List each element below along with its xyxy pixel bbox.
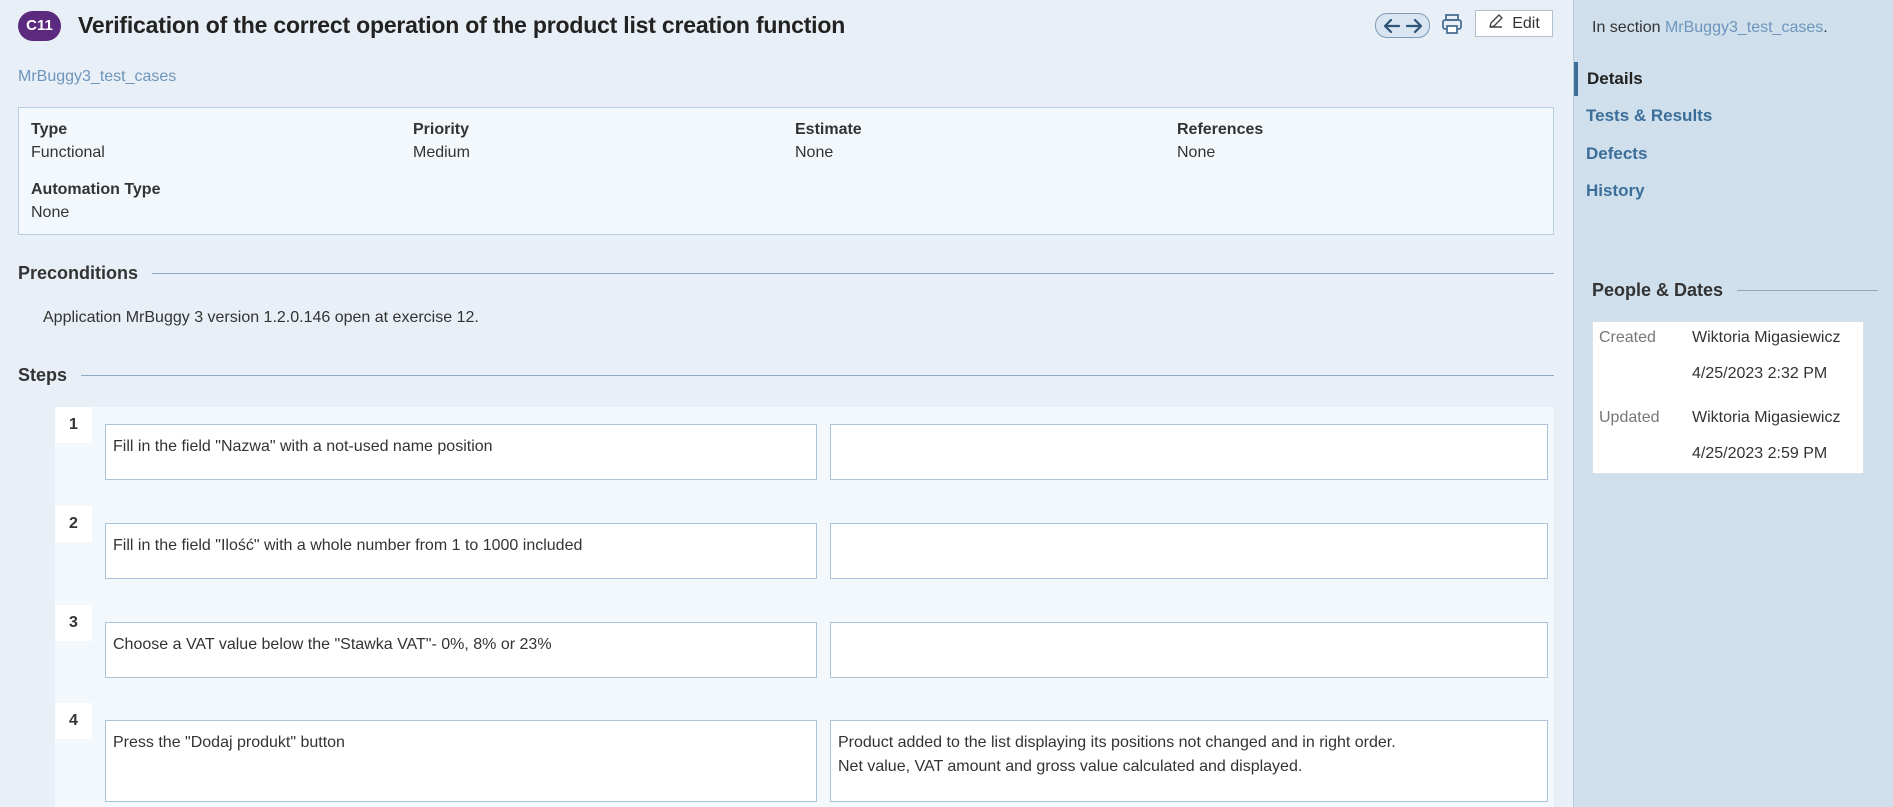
case-navigation	[1375, 13, 1430, 38]
created-by: Wiktoria Migasiewicz	[1692, 329, 1841, 346]
page-title: Verification of the correct operation of…	[78, 12, 846, 38]
divider	[1737, 290, 1878, 291]
field-references: References None	[1177, 121, 1263, 162]
in-section-prefix: In section	[1592, 19, 1665, 36]
step-number: 1	[55, 407, 92, 443]
pencil-icon	[1488, 13, 1504, 34]
case-id-badge: C11	[18, 11, 61, 41]
field-automation-type: Automation Type None	[31, 181, 160, 222]
references-label: References	[1177, 121, 1264, 138]
printer-icon[interactable]	[1440, 12, 1464, 36]
field-estimate: Estimate None	[795, 121, 862, 162]
step-action: Fill in the field "Ilość" with a whole n…	[105, 523, 817, 579]
divider	[81, 375, 1554, 376]
estimate-value: None	[795, 144, 834, 161]
updated-by: Wiktoria Migasiewicz	[1692, 409, 1841, 426]
people-dates-heading: People & Dates	[1592, 280, 1878, 301]
steps-title: Steps	[18, 365, 68, 385]
sidebar: In section MrBuggy3_test_cases. Details …	[1573, 0, 1893, 807]
step-number: 3	[55, 605, 92, 641]
preconditions-title: Preconditions	[18, 263, 139, 283]
arrow-left-icon[interactable]	[1383, 18, 1400, 33]
automation-value: None	[31, 204, 70, 221]
step-expected: Product added to the list displaying its…	[830, 720, 1548, 802]
field-priority: Priority Medium	[413, 121, 470, 162]
step-action: Choose a VAT value below the "Stawka VAT…	[105, 622, 817, 678]
step-expected	[830, 424, 1548, 480]
arrow-right-icon[interactable]	[1405, 18, 1422, 33]
step-expected	[830, 523, 1548, 579]
main-content: C11 Verification of the correct operatio…	[0, 0, 1573, 807]
created-at: 4/25/2023 2:32 PM	[1692, 365, 1828, 382]
divider	[152, 273, 1554, 274]
sidebar-item-tests-results[interactable]: Tests & Results	[1574, 99, 1893, 133]
step-action: Fill in the field "Nazwa" with a not-use…	[105, 424, 817, 480]
step-expected-line: Product added to the list displaying its…	[838, 734, 1396, 751]
people-dates-title: People & Dates	[1592, 280, 1724, 300]
automation-label: Automation Type	[31, 181, 161, 198]
step-expected	[830, 622, 1548, 678]
field-type: Type Functional	[31, 121, 105, 162]
created-label: Created	[1599, 329, 1656, 346]
step-number: 2	[55, 506, 92, 542]
preconditions-heading: Preconditions	[18, 263, 1554, 284]
priority-value: Medium	[413, 144, 470, 161]
updated-label: Updated	[1599, 409, 1660, 426]
sidebar-item-defects[interactable]: Defects	[1574, 137, 1893, 171]
edit-button[interactable]: Edit	[1475, 10, 1553, 37]
references-value: None	[1177, 144, 1216, 161]
estimate-label: Estimate	[795, 121, 862, 138]
updated-at: 4/25/2023 2:59 PM	[1692, 445, 1828, 462]
section-link[interactable]: MrBuggy3_test_cases	[18, 68, 176, 86]
in-section-link[interactable]: MrBuggy3_test_cases	[1665, 19, 1823, 36]
priority-label: Priority	[413, 121, 470, 138]
step-number: 4	[55, 703, 92, 739]
type-value: Functional	[31, 144, 105, 161]
step-action: Press the "Dodaj produkt" button	[105, 720, 817, 802]
type-label: Type	[31, 121, 68, 138]
in-section-text: In section MrBuggy3_test_cases.	[1592, 19, 1828, 37]
edit-label: Edit	[1512, 14, 1540, 32]
sidebar-item-details[interactable]: Details	[1574, 62, 1893, 96]
preconditions-text: Application MrBuggy 3 version 1.2.0.146 …	[43, 309, 479, 326]
people-dates-box: Created Wiktoria Migasiewicz 4/25/2023 2…	[1592, 321, 1864, 474]
details-box: Type Functional Priority Medium Estimate…	[18, 107, 1554, 235]
steps-heading: Steps	[18, 365, 1554, 386]
step-expected-line: Net value, VAT amount and gross value ca…	[838, 758, 1303, 775]
in-section-suffix: .	[1823, 19, 1828, 36]
sidebar-item-history[interactable]: History	[1574, 174, 1893, 208]
